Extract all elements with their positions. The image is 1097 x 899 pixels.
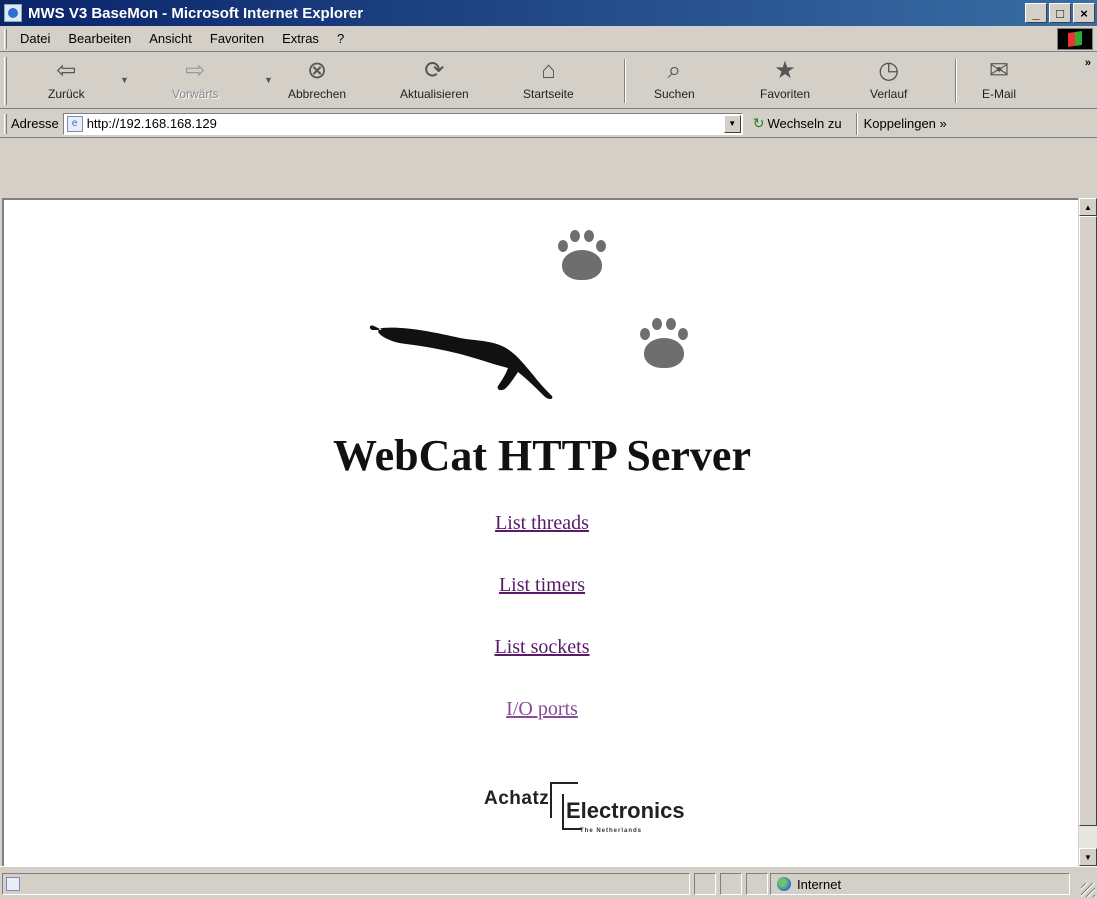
toolbar-separator <box>624 59 626 103</box>
maximize-button[interactable]: □ <box>1049 3 1071 23</box>
links-button[interactable]: Koppelingen » <box>864 116 947 131</box>
globe-icon <box>777 877 791 891</box>
page-icon: e <box>66 115 83 132</box>
status-text-area <box>2 873 690 895</box>
status-bar: Internet <box>0 866 1097 899</box>
scroll-up-icon[interactable]: ▲ <box>1079 198 1097 216</box>
webcat-hero-image <box>364 230 724 410</box>
address-field[interactable]: e ▼ <box>62 112 743 135</box>
search-icon: ⌕ <box>667 57 682 84</box>
minimize-button[interactable]: _ <box>1025 3 1047 23</box>
refresh-button[interactable]: ⟳ Aktualisieren <box>400 57 469 101</box>
menu-ansicht[interactable]: Ansicht <box>149 31 192 46</box>
links-separator <box>855 112 858 135</box>
list-threads-link: List threads <box>4 512 1078 535</box>
menu-grip[interactable] <box>4 28 7 49</box>
logo-name: Achatz <box>484 788 550 809</box>
menu-bar: Datei Bearbeiten Ansicht Favoriten Extra… <box>0 26 1097 52</box>
go-label: Wechseln zu <box>767 116 842 131</box>
resize-grip-icon[interactable] <box>1081 883 1095 897</box>
menu-bearbeiten[interactable]: Bearbeiten <box>68 31 131 46</box>
address-dropdown-icon[interactable]: ▼ <box>723 114 741 133</box>
menu-extras[interactable]: Extras <box>282 31 319 46</box>
favorites-icon: ★ <box>774 57 796 84</box>
toolbar-grip[interactable] <box>4 57 7 105</box>
status-cell <box>694 873 716 895</box>
page-status-icon <box>6 877 20 891</box>
list-timers-anchor[interactable]: List timers <box>499 574 585 596</box>
paw-print-icon <box>636 318 692 374</box>
go-button[interactable]: ↻ Wechseln zu <box>753 115 842 132</box>
address-bar: Adresse e ▼ ↻ Wechseln zu Koppelingen » <box>0 110 1097 138</box>
paw-print-icon <box>554 230 610 286</box>
home-icon: ⌂ <box>541 57 556 84</box>
logo-subtitle: The Netherlands <box>580 828 643 834</box>
mail-icon: ✉ <box>988 57 1010 84</box>
windows-logo-icon <box>1057 28 1093 50</box>
menu-help[interactable]: ? <box>337 31 344 46</box>
page-content: WebCat HTTP Server List threads List tim… <box>2 198 1078 866</box>
toolbar-separator <box>955 59 957 103</box>
back-dropdown-icon[interactable]: ▼ <box>120 75 129 85</box>
chrome-gap <box>0 140 1097 198</box>
stop-icon: ⊗ <box>306 57 328 84</box>
stop-button[interactable]: ⊗ Abbrechen <box>288 57 346 101</box>
status-cell <box>746 873 768 895</box>
scroll-thumb[interactable] <box>1079 216 1097 826</box>
status-cell <box>720 873 742 895</box>
history-icon: ◷ <box>878 57 900 84</box>
home-button[interactable]: ⌂ Startseite <box>523 57 574 101</box>
arrow-left-icon: ⇦ <box>56 57 77 84</box>
window-title: MWS V3 BaseMon - Microsoft Internet Expl… <box>28 4 364 22</box>
vertical-scrollbar[interactable]: ▲ ▼ <box>1079 198 1097 866</box>
close-button[interactable]: × <box>1073 3 1095 23</box>
toolbar: ⇦ Zurück ▼ ⇨ Vorwärts ▼ ⊗ Abbrechen ⟳ Ak… <box>0 53 1097 109</box>
window-controls: _ □ × <box>1025 3 1095 23</box>
scroll-down-icon[interactable]: ▼ <box>1079 848 1097 866</box>
list-sockets-anchor[interactable]: List sockets <box>495 636 590 658</box>
list-sockets-link: List sockets <box>4 636 1078 659</box>
list-timers-link: List timers <box>4 574 1078 597</box>
back-button[interactable]: ⇦ Zurück <box>48 57 85 101</box>
io-ports-anchor[interactable]: I/O ports <box>506 698 578 720</box>
io-ports-link: I/O ports <box>4 698 1078 721</box>
search-button[interactable]: ⌕ Suchen <box>654 57 695 101</box>
go-arrow-icon: ↻ <box>752 115 765 131</box>
toolbar-more-chevron[interactable]: » <box>1085 57 1091 69</box>
mail-button[interactable]: ✉ E-Mail <box>982 57 1016 101</box>
forward-button[interactable]: ⇨ Vorwärts <box>172 57 219 101</box>
refresh-icon: ⟳ <box>424 57 445 84</box>
ie-app-icon[interactable] <box>4 4 22 22</box>
title-bar: MWS V3 BaseMon - Microsoft Internet Expl… <box>0 0 1097 26</box>
forward-dropdown-icon[interactable]: ▼ <box>264 75 273 85</box>
security-zone[interactable]: Internet <box>770 873 1070 895</box>
logo-name2: Electronics <box>566 798 685 823</box>
address-grip[interactable] <box>4 113 7 134</box>
page-title: WebCat HTTP Server <box>333 431 751 480</box>
address-input[interactable] <box>86 116 687 131</box>
achatz-electronics-logo: Achatz Electronics The Netherlands <box>484 780 724 840</box>
menu-datei[interactable]: Datei <box>20 31 50 46</box>
arrow-right-icon: ⇨ <box>185 57 206 84</box>
list-threads-anchor[interactable]: List threads <box>495 512 589 534</box>
zone-label: Internet <box>797 876 842 892</box>
favorites-button[interactable]: ★ Favoriten <box>760 57 810 101</box>
menu-favoriten[interactable]: Favoriten <box>210 31 264 46</box>
address-label: Adresse <box>11 116 59 131</box>
history-button[interactable]: ◷ Verlauf <box>870 57 907 101</box>
